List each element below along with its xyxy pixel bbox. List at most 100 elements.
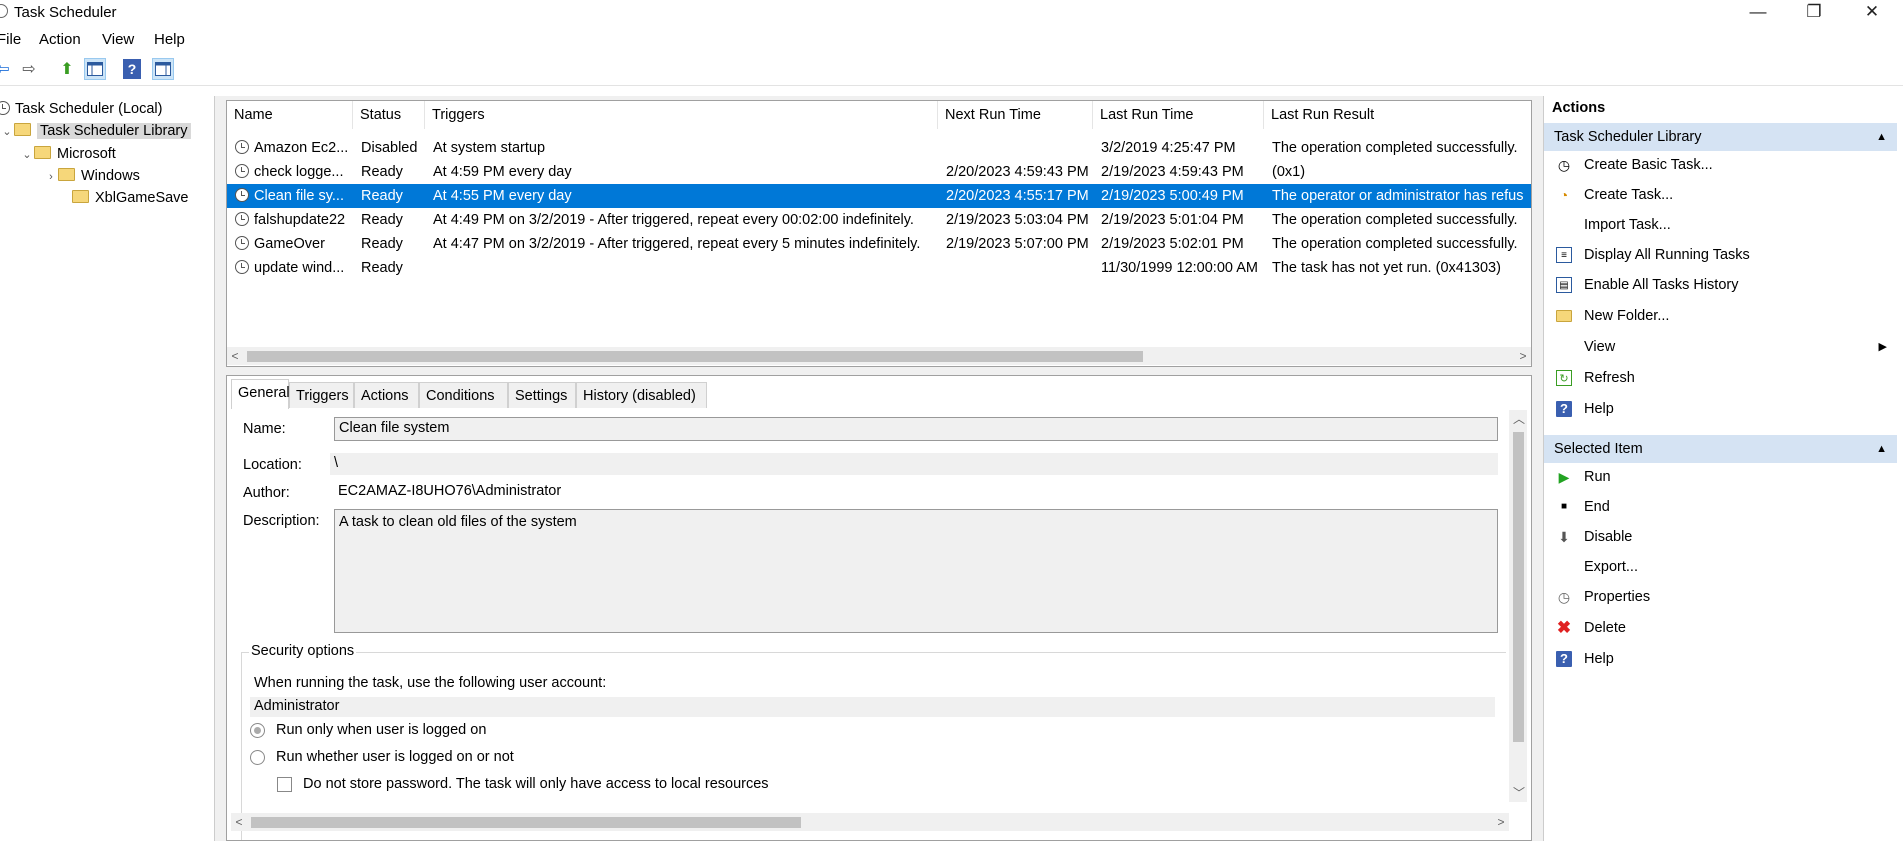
column-header-last-run-time[interactable]: Last Run Time xyxy=(1093,101,1264,129)
run-icon: ▶ xyxy=(1558,469,1570,485)
tree-item-task-scheduler-local[interactable]: Task Scheduler (Local) xyxy=(0,98,163,120)
scrollbar-thumb[interactable] xyxy=(251,817,801,828)
running-tasks-icon: ≡ xyxy=(1556,247,1572,263)
column-header-next-run-time[interactable]: Next Run Time xyxy=(938,101,1093,129)
action-help-selected[interactable]: ? Help xyxy=(1544,646,1897,672)
scroll-down-icon[interactable]: ﹀ xyxy=(1513,784,1525,801)
back-icon[interactable]: ⇦ xyxy=(0,58,14,80)
radio-run-whether-logged-on[interactable] xyxy=(250,750,265,765)
scrollbar-thumb[interactable] xyxy=(1513,432,1524,742)
task-list-horizontal-scrollbar[interactable]: < > xyxy=(227,347,1531,365)
action-new-folder[interactable]: New Folder... xyxy=(1544,303,1897,329)
tab-conditions[interactable]: Conditions xyxy=(419,382,508,408)
table-row-selected[interactable]: Clean file sy... Ready At 4:55 PM every … xyxy=(227,184,1531,208)
column-header-status[interactable]: Status xyxy=(353,101,425,129)
table-row[interactable]: check logge... Ready At 4:59 PM every da… xyxy=(227,160,1531,184)
action-refresh[interactable]: ↻ Refresh xyxy=(1544,365,1897,391)
section-header-selected-item[interactable]: Selected Item ▲ xyxy=(1544,435,1897,463)
author-value: EC2AMAZ-I8UHO76\Administrator xyxy=(334,481,734,503)
menu-bar: File Action View Help xyxy=(0,28,1903,54)
table-row[interactable]: update wind... Ready 11/30/1999 12:00:00… xyxy=(227,256,1531,280)
detail-horizontal-scrollbar[interactable]: < > xyxy=(231,813,1509,831)
scroll-right-icon[interactable]: > xyxy=(1493,813,1509,831)
new-folder-icon xyxy=(1556,308,1572,324)
description-label: Description: xyxy=(243,513,320,529)
forward-icon[interactable]: ⇨ xyxy=(18,58,40,80)
tab-general[interactable]: General xyxy=(231,379,290,409)
delete-icon: ✖ xyxy=(1556,618,1572,637)
scroll-up-icon[interactable]: ︿ xyxy=(1513,410,1525,427)
chevron-down-icon[interactable]: ⌄ xyxy=(20,144,34,166)
name-label: Name: xyxy=(243,421,286,437)
column-header-name[interactable]: Name xyxy=(227,101,353,129)
description-field[interactable]: A task to clean old files of the system xyxy=(334,509,1498,633)
action-properties[interactable]: ◷ Properties xyxy=(1544,584,1897,610)
detail-vertical-scrollbar[interactable]: ︿ ﹀ xyxy=(1509,410,1527,802)
action-delete[interactable]: ✖ Delete xyxy=(1544,615,1897,641)
action-run[interactable]: ▶ Run xyxy=(1544,464,1897,490)
task-list[interactable]: Name Status Triggers Next Run Time Last … xyxy=(226,100,1532,367)
scroll-left-icon[interactable]: < xyxy=(231,813,247,831)
action-display-all-running-tasks[interactable]: ≡ Display All Running Tasks xyxy=(1544,242,1897,268)
table-row[interactable]: GameOver Ready At 4:47 PM on 3/2/2019 - … xyxy=(227,232,1531,256)
action-export[interactable]: Export... xyxy=(1544,554,1897,580)
submenu-arrow-icon: ▶ xyxy=(1878,341,1887,353)
action-help-library[interactable]: ? Help xyxy=(1544,396,1897,422)
scroll-right-icon[interactable]: > xyxy=(1515,347,1531,365)
table-row[interactable]: Amazon Ec2... Disabled At system startup… xyxy=(227,136,1531,160)
action-create-task[interactable]: ◔ Create Task... xyxy=(1544,182,1897,208)
tree-item-xblgamesave[interactable]: XblGameSave xyxy=(58,187,189,209)
author-label: Author: xyxy=(243,485,290,501)
history-icon: ▤ xyxy=(1556,277,1572,293)
checkbox-do-not-store-password[interactable] xyxy=(277,777,292,792)
action-view[interactable]: View ▶ xyxy=(1544,334,1897,360)
scrollbar-thumb[interactable] xyxy=(247,351,1143,362)
tree-item-microsoft[interactable]: ⌄ Microsoft xyxy=(20,143,116,165)
action-end[interactable]: ■ End xyxy=(1544,494,1897,520)
collapse-icon[interactable]: ▲ xyxy=(1876,435,1887,463)
show-hide-action-pane-icon[interactable] xyxy=(152,58,174,80)
chevron-down-icon[interactable]: ⌄ xyxy=(0,121,14,143)
minimize-button[interactable]: — xyxy=(1735,0,1781,28)
collapse-icon[interactable]: ▲ xyxy=(1876,123,1887,151)
column-header-triggers[interactable]: Triggers xyxy=(425,101,938,129)
tab-settings[interactable]: Settings xyxy=(508,382,576,408)
menu-help[interactable]: Help xyxy=(154,31,185,48)
chevron-right-icon[interactable]: › xyxy=(44,166,58,188)
close-button[interactable]: ✕ xyxy=(1849,0,1895,28)
restore-button[interactable]: ❐ xyxy=(1791,0,1837,28)
help-icon: ? xyxy=(1556,401,1572,417)
console-tree[interactable]: Task Scheduler (Local) ⌄ Task Scheduler L… xyxy=(0,96,215,841)
menu-file[interactable]: File xyxy=(0,31,21,48)
action-enable-all-tasks-history[interactable]: ▤ Enable All Tasks History xyxy=(1544,272,1897,298)
tab-triggers[interactable]: Triggers xyxy=(289,382,354,408)
action-create-basic-task[interactable]: ◷ Create Basic Task... xyxy=(1544,152,1897,178)
menu-action[interactable]: Action xyxy=(39,31,81,48)
scroll-left-icon[interactable]: < xyxy=(227,347,243,365)
folder-clock-icon xyxy=(14,123,31,136)
action-disable[interactable]: ⬇ Disable xyxy=(1544,524,1897,550)
name-field[interactable]: Clean file system xyxy=(334,417,1498,441)
radio-run-whether-logged-on-label: Run whether user is logged on or not xyxy=(276,749,514,765)
radio-run-only-logged-on-label: Run only when user is logged on xyxy=(276,722,487,738)
action-import-task[interactable]: Import Task... xyxy=(1544,212,1897,238)
menu-view[interactable]: View xyxy=(102,31,134,48)
tab-history[interactable]: History (disabled) xyxy=(576,382,707,408)
show-hide-console-tree-icon[interactable] xyxy=(84,58,106,80)
up-folder-icon[interactable]: ⬆ xyxy=(56,58,78,80)
window-title: Task Scheduler xyxy=(14,4,117,21)
folder-icon xyxy=(72,190,89,203)
tree-item-windows[interactable]: › Windows xyxy=(44,165,140,187)
help-icon[interactable]: ? xyxy=(123,59,141,79)
checkbox-do-not-store-password-label: Do not store password. The task will onl… xyxy=(303,776,769,792)
actions-title: Actions xyxy=(1552,100,1606,116)
location-label: Location: xyxy=(243,457,302,473)
table-row[interactable]: falshupdate22 Ready At 4:49 PM on 3/2/20… xyxy=(227,208,1531,232)
tree-item-task-scheduler-library[interactable]: ⌄ Task Scheduler Library xyxy=(0,120,191,142)
section-header-task-scheduler-library[interactable]: Task Scheduler Library ▲ xyxy=(1544,123,1897,151)
radio-run-only-logged-on[interactable] xyxy=(250,723,265,738)
location-value: \ xyxy=(330,453,1498,475)
clock-icon xyxy=(0,101,10,115)
tab-actions[interactable]: Actions xyxy=(354,382,419,408)
column-header-last-run-result[interactable]: Last Run Result xyxy=(1264,101,1531,129)
